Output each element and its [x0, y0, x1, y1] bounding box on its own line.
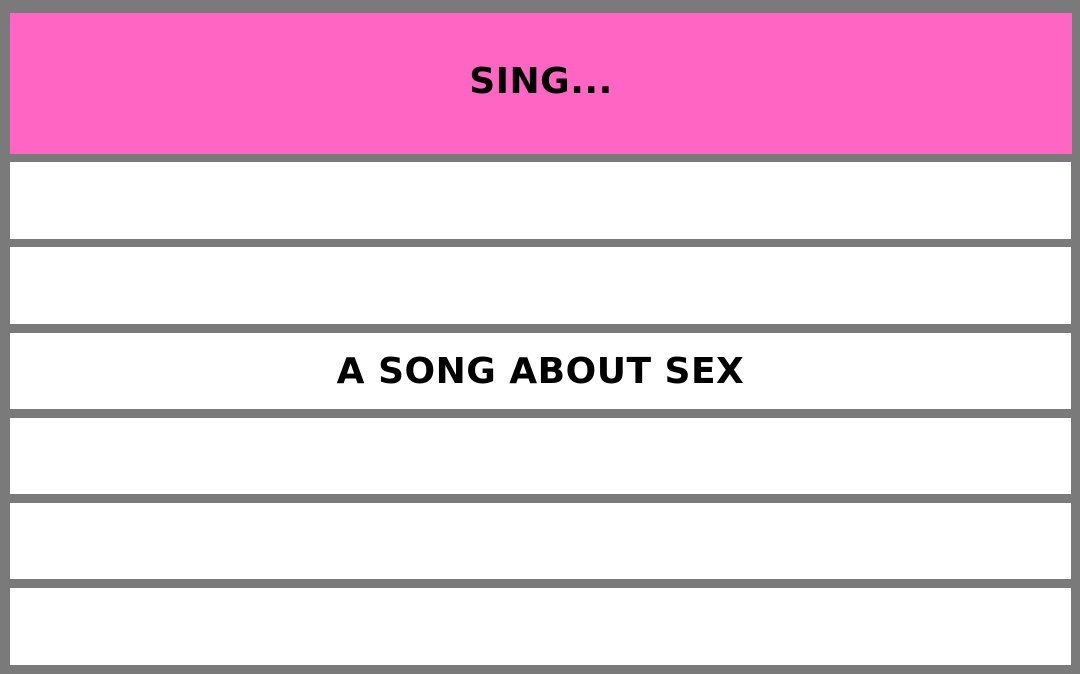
answer-board: SING... A SONG ABOUT SEX: [0, 0, 1080, 674]
answer-row-1[interactable]: [10, 162, 1071, 239]
answer-row-2[interactable]: [10, 247, 1071, 324]
answer-row-6[interactable]: [10, 588, 1071, 665]
board-header: SING...: [10, 13, 1072, 154]
answer-row-4[interactable]: [10, 418, 1071, 494]
answer-row-5[interactable]: [10, 503, 1071, 579]
answer-row-3[interactable]: A SONG ABOUT SEX: [10, 333, 1071, 409]
answer-row-text: A SONG ABOUT SEX: [336, 350, 745, 392]
board-title: SING...: [469, 61, 613, 102]
